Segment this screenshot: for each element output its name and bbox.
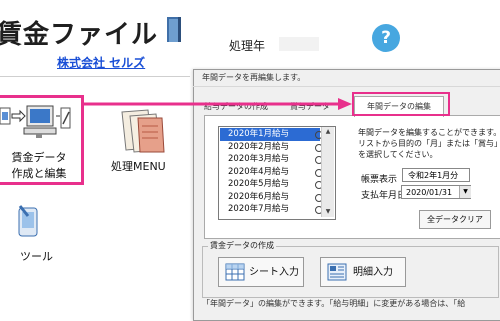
arrow-head	[338, 98, 352, 110]
pointer-arrow	[84, 98, 352, 110]
